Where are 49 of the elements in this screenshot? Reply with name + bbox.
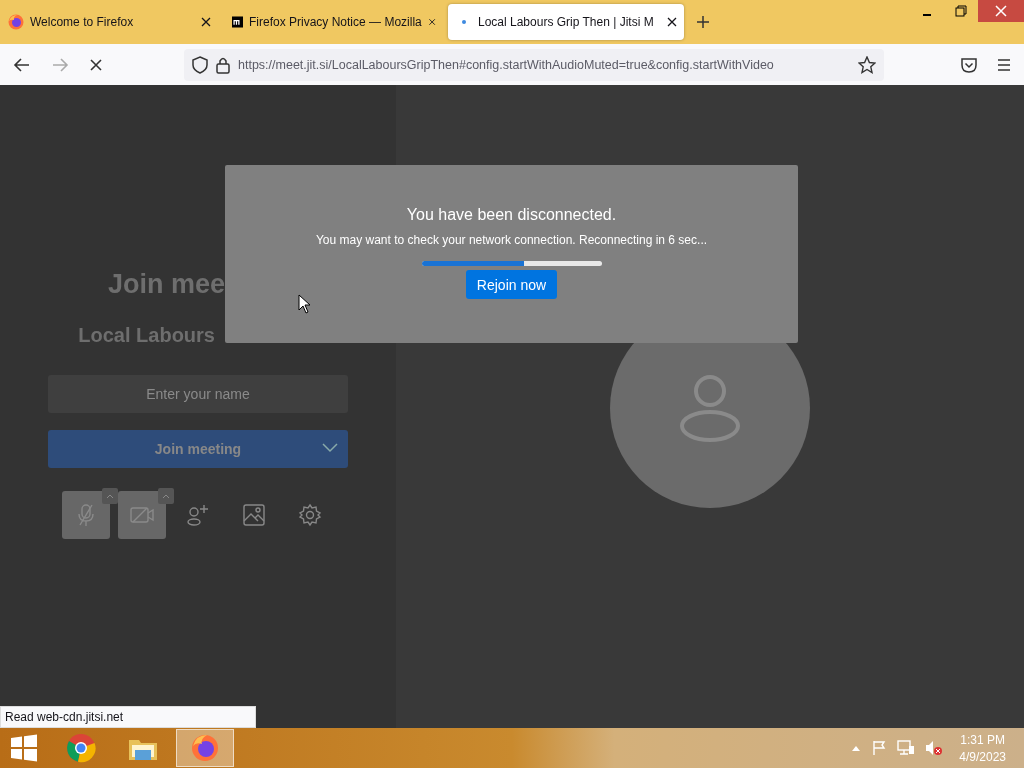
- pocket-icon[interactable]: [960, 55, 978, 74]
- network-icon[interactable]: [897, 740, 916, 756]
- stop-icon[interactable]: [88, 56, 104, 73]
- chevron-down-icon[interactable]: [322, 443, 338, 453]
- browser-tab[interactable]: Local Labours Grip Then | Jitsi M: [448, 4, 684, 40]
- rejoin-button[interactable]: Rejoin now: [465, 270, 558, 299]
- flag-icon[interactable]: [871, 740, 888, 756]
- name-field[interactable]: Enter your name: [48, 375, 348, 413]
- mouse-cursor-icon: [298, 294, 311, 314]
- microphone-icon: [76, 503, 96, 527]
- image-icon[interactable]: [242, 503, 266, 527]
- add-person-icon[interactable]: [186, 503, 210, 527]
- dialog-message: You may want to check your network connection. Reconnecting in 6 sec...: [315, 233, 708, 247]
- close-icon[interactable]: [427, 16, 436, 28]
- tab-title: Welcome to Firefox: [30, 15, 135, 29]
- close-icon[interactable]: [666, 16, 678, 28]
- caret-icon[interactable]: [102, 488, 118, 504]
- settings-icon[interactable]: [298, 503, 322, 527]
- meeting-name: Local Labours: [77, 324, 215, 347]
- menu-icon[interactable]: [996, 56, 1012, 73]
- camera-icon: [129, 505, 155, 525]
- dialog-title: You have been disconnected.: [406, 206, 617, 224]
- lock-icon: [216, 55, 230, 74]
- address-bar[interactable]: https://meet.jit.si/LocalLaboursGripThen#config.startWithAudioMuted=true&config.startWithVideo: [184, 48, 884, 81]
- microphone-button[interactable]: [62, 491, 110, 539]
- status-text: Read web-cdn.jitsi.net: [0, 706, 256, 728]
- site-icon: [232, 14, 243, 30]
- speaker-muted-icon[interactable]: [925, 740, 944, 756]
- tab-title: Firefox Privacy Notice — Mozilla: [249, 15, 422, 29]
- clock-time: 1:31 PM: [960, 732, 1005, 747]
- chrome-icon: [66, 733, 96, 763]
- person-icon: [678, 373, 742, 443]
- caret-up-icon[interactable]: [851, 744, 862, 752]
- firefox-icon: [191, 734, 219, 762]
- page-heading: Join mee: [106, 269, 225, 300]
- firefox-icon: [8, 14, 24, 30]
- star-icon[interactable]: [858, 55, 876, 74]
- browser-tab[interactable]: Welcome to Firefox: [0, 4, 218, 40]
- windows-logo-icon[interactable]: [10, 734, 38, 762]
- caret-icon[interactable]: [158, 488, 174, 504]
- close-icon[interactable]: [200, 16, 212, 28]
- clock-date: 4/9/2023: [959, 749, 1006, 764]
- new-tab-icon[interactable]: [696, 15, 710, 29]
- browser-tab[interactable]: Firefox Privacy Notice — Mozilla: [224, 4, 442, 40]
- tab-title: Local Labours Grip Then | Jitsi M: [478, 15, 655, 29]
- taskbar-button[interactable]: [176, 729, 234, 767]
- camera-button[interactable]: [118, 491, 166, 539]
- shield-icon[interactable]: [192, 55, 208, 74]
- url-text: https://meet.jit.si/LocalLaboursGripThen#config.startWithAudioMuted=true&config.startWithVideo: [238, 57, 775, 72]
